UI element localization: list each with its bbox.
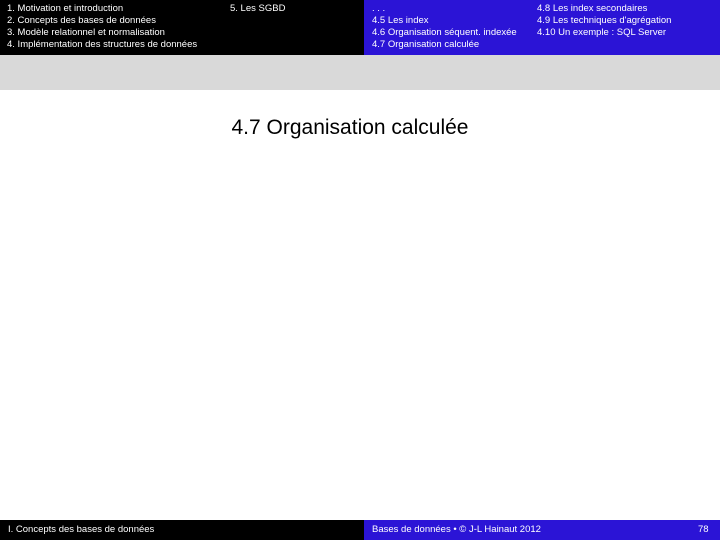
top-navigation-bar: 1. Motivation et introduction 2. Concept… [0, 0, 720, 55]
footer-right-panel: Bases de données • © J-L Hainaut 2012 78 [364, 520, 720, 540]
page-number: 78 [698, 524, 709, 535]
nav-section-4-5[interactable]: 4.5 Les index [372, 15, 429, 27]
nav-section-4-6[interactable]: 4.6 Organisation séquent. indexée [372, 27, 517, 39]
nav-chapter-1[interactable]: 1. Motivation et introduction [7, 3, 123, 15]
nav-section-4-10[interactable]: 4.10 Un exemple : SQL Server [537, 27, 666, 39]
nav-section-4-8[interactable]: 4.8 Les index secondaires [537, 3, 647, 15]
nav-section-4-7[interactable]: 4.7 Organisation calculée [372, 39, 479, 51]
footer-copyright: Bases de données • © J-L Hainaut 2012 [372, 524, 541, 535]
footer-left-panel: I. Concepts des bases de données [0, 520, 364, 540]
slide-title: 4.7 Organisation calculée [231, 116, 469, 139]
section-navigation: . . . 4.5 Les index 4.6 Organisation séq… [364, 0, 720, 55]
nav-chapter-5[interactable]: 5. Les SGBD [230, 3, 285, 15]
chapter-navigation: 1. Motivation et introduction 2. Concept… [0, 0, 364, 55]
nav-section-4-9[interactable]: 4.9 Les techniques d'agrégation [537, 15, 671, 27]
nav-chapter-2[interactable]: 2. Concepts des bases de données [7, 15, 156, 27]
nav-chapter-3[interactable]: 3. Modèle relationnel et normalisation [7, 27, 165, 39]
footer-chapter-label: I. Concepts des bases de données [8, 524, 155, 535]
nav-chapter-4[interactable]: 4. Implémentation des structures de donn… [7, 39, 197, 51]
nav-section-ellipsis[interactable]: . . . [372, 3, 385, 15]
footer-bar: I. Concepts des bases de données Bases d… [0, 520, 720, 540]
header-band [0, 55, 720, 90]
